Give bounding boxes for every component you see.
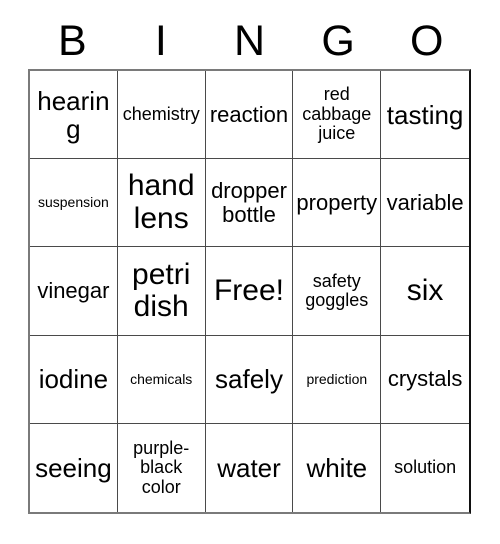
- bingo-cell[interactable]: chemistry: [117, 71, 206, 160]
- bingo-cell[interactable]: prediction: [293, 335, 382, 424]
- bingo-cell[interactable]: hand lens: [117, 159, 206, 248]
- header-letter-o: O: [409, 17, 444, 65]
- bingo-cell-label: suspension: [37, 194, 109, 211]
- bingo-cell[interactable]: dropper bottle: [205, 159, 294, 248]
- bingo-card: B I N G O hearing chemistry reaction red ca…: [0, 0, 500, 544]
- bingo-cell[interactable]: water: [205, 423, 294, 512]
- bingo-cell[interactable]: vinegar: [30, 247, 118, 336]
- header-letter-g: G: [321, 17, 355, 65]
- bingo-cell[interactable]: chemicals: [117, 335, 206, 424]
- bingo-cell-free[interactable]: Free!: [205, 247, 294, 336]
- bingo-grid: hearing chemistry reaction red cabbage juic…: [28, 69, 471, 514]
- bingo-cell-label: crystals: [387, 366, 463, 392]
- bingo-cell-label: solution: [394, 457, 457, 478]
- bingo-cell[interactable]: variable: [381, 159, 469, 248]
- bingo-cell[interactable]: hearing: [30, 71, 118, 160]
- bingo-cell-label: safely: [215, 364, 283, 395]
- bingo-cell[interactable]: red cabbage juice: [293, 71, 382, 160]
- bingo-cell-label: chemistry: [122, 103, 200, 124]
- bingo-cell[interactable]: suspension: [30, 159, 118, 248]
- bingo-cell-label: variable: [386, 189, 464, 215]
- bingo-cell-label: petri dish: [132, 257, 191, 323]
- bingo-cell-label: dropper bottle: [211, 178, 287, 227]
- bingo-cell[interactable]: purple-black color: [117, 423, 206, 512]
- bingo-cell-label: water: [217, 452, 281, 483]
- bingo-cell-label: prediction: [306, 370, 368, 387]
- bingo-cell-label: property: [296, 189, 378, 215]
- bingo-cell[interactable]: petri dish: [117, 247, 206, 336]
- bingo-cell[interactable]: seeing: [30, 423, 118, 512]
- bingo-cell-label: iodine: [38, 364, 109, 395]
- bingo-cell-label: seeing: [35, 452, 112, 483]
- bingo-cell[interactable]: white: [293, 423, 382, 512]
- bingo-cell[interactable]: property: [293, 159, 382, 248]
- bingo-cell[interactable]: safely: [205, 335, 294, 424]
- bingo-cell[interactable]: crystals: [381, 335, 469, 424]
- header-letter-i: I: [154, 17, 167, 65]
- bingo-cell-label: tasting: [386, 99, 464, 130]
- bingo-cell[interactable]: reaction: [205, 71, 294, 160]
- bingo-cell-label: hearing: [37, 85, 110, 144]
- bingo-cell-label: vinegar: [37, 278, 110, 304]
- bingo-cell-label: reaction: [209, 101, 289, 127]
- bingo-cell[interactable]: tasting: [381, 71, 469, 160]
- bingo-cell-label: Free!: [213, 273, 284, 307]
- bingo-cell[interactable]: six: [381, 247, 469, 336]
- header-letter-n: N: [233, 17, 266, 65]
- bingo-cell[interactable]: iodine: [30, 335, 118, 424]
- bingo-cell-label: six: [406, 273, 444, 307]
- bingo-cell-label: safety goggles: [305, 270, 369, 310]
- bingo-header: B I N G O: [28, 14, 471, 69]
- header-letter-b: B: [57, 17, 87, 65]
- bingo-cell-label: red cabbage juice: [302, 84, 372, 144]
- bingo-cell-label: hand lens: [127, 169, 195, 235]
- bingo-cell[interactable]: solution: [381, 423, 469, 512]
- bingo-cell-label: chemicals: [130, 370, 193, 387]
- bingo-cell[interactable]: safety goggles: [293, 247, 382, 336]
- bingo-cell-label: purple-black color: [133, 437, 190, 497]
- bingo-cell-label: white: [306, 452, 368, 483]
